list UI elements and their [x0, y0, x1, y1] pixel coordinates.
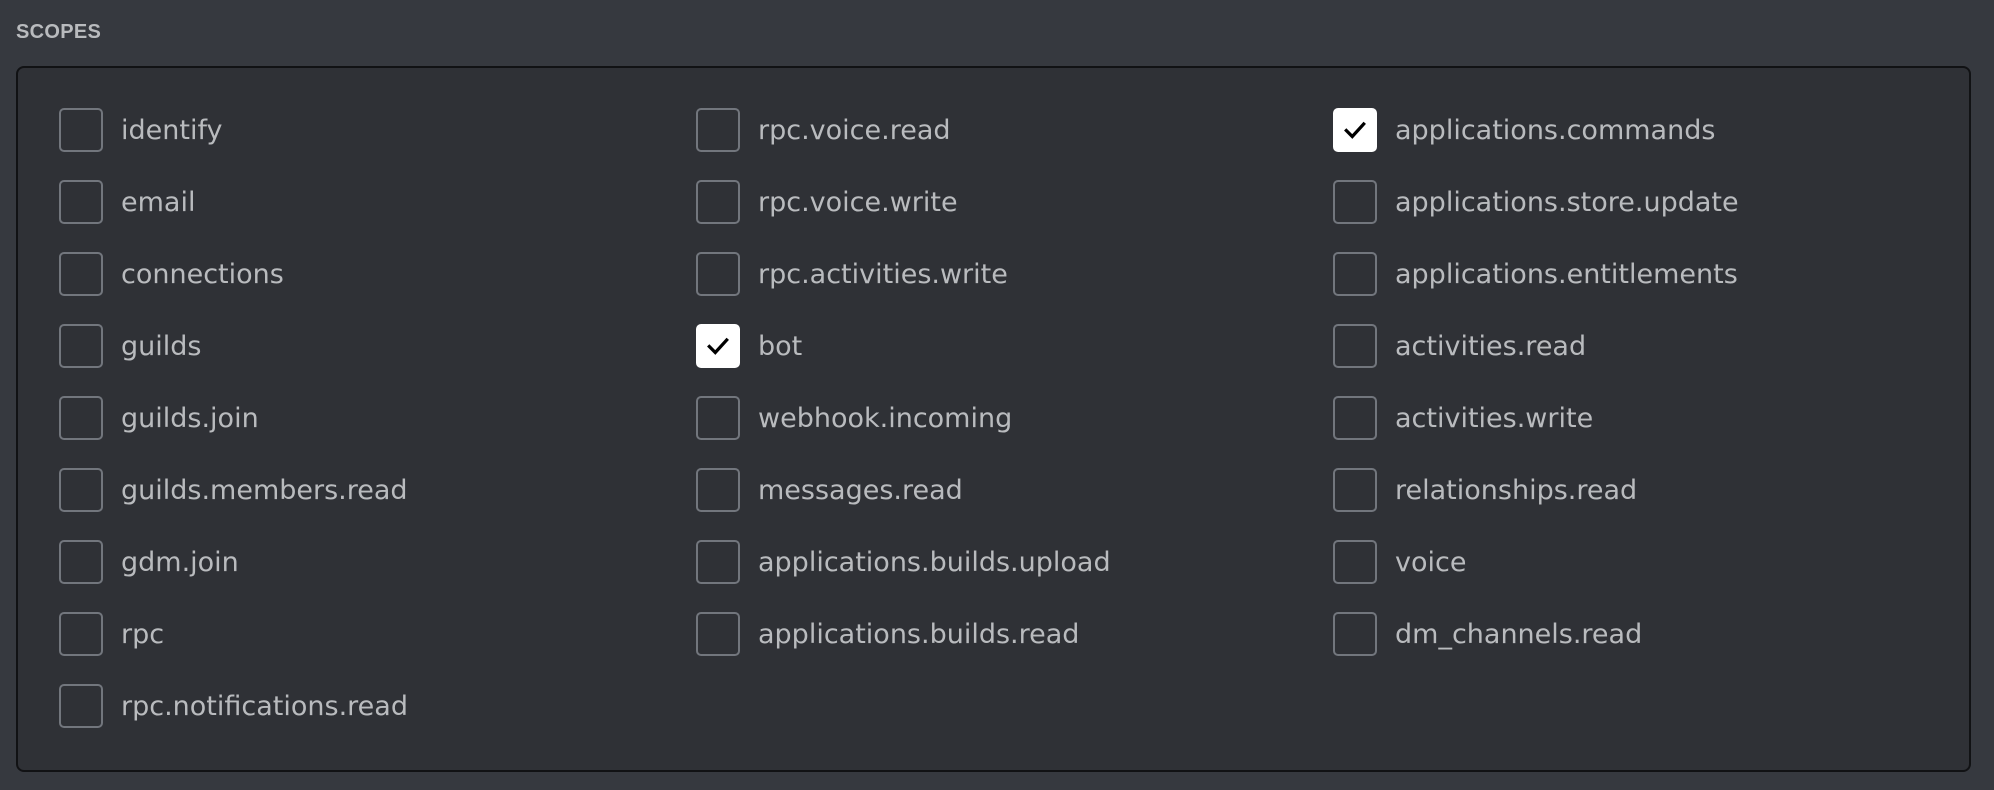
scope-label: applications.store.update	[1395, 187, 1739, 218]
scope-option-applications-commands[interactable]: applications.commands	[1333, 108, 1929, 180]
checkmark-icon	[1344, 121, 1366, 139]
scope-label: gdm.join	[121, 547, 239, 578]
scope-option-rpc[interactable]: rpc	[59, 612, 696, 684]
scope-option-activities-write[interactable]: activities.write	[1333, 396, 1929, 468]
scope-label: applications.entitlements	[1395, 259, 1738, 290]
scope-checkbox[interactable]	[696, 252, 740, 296]
scope-checkbox[interactable]	[1333, 252, 1377, 296]
scope-checkbox[interactable]	[696, 180, 740, 224]
scope-option-bot[interactable]: bot	[696, 324, 1333, 396]
scope-checkbox[interactable]	[59, 540, 103, 584]
scope-label: bot	[758, 331, 803, 362]
scope-checkbox[interactable]	[59, 396, 103, 440]
scope-option-applications-entitlements[interactable]: applications.entitlements	[1333, 252, 1929, 324]
scope-option-email[interactable]: email	[59, 180, 696, 252]
scope-label: voice	[1395, 547, 1467, 578]
scope-checkbox[interactable]	[59, 180, 103, 224]
scope-checkbox[interactable]	[59, 684, 103, 728]
scope-checkbox[interactable]	[696, 396, 740, 440]
scopes-panel: identify email connections guilds guilds.joi…	[16, 66, 1971, 772]
scope-option-guilds-members-read[interactable]: guilds.members.read	[59, 468, 696, 540]
scope-checkbox[interactable]	[1333, 540, 1377, 584]
scopes-grid: identify email connections guilds guilds.joi…	[59, 108, 1929, 756]
scope-option-relationships-read[interactable]: relationships.read	[1333, 468, 1929, 540]
scope-checkbox[interactable]	[59, 108, 103, 152]
scope-label: guilds	[121, 331, 202, 362]
scope-label: identify	[121, 115, 223, 146]
scope-checkbox[interactable]	[59, 324, 103, 368]
scope-option-dm-channels-read[interactable]: dm_channels.read	[1333, 612, 1929, 684]
scope-checkbox[interactable]	[1333, 612, 1377, 656]
empty-cell	[1333, 684, 1929, 756]
scope-option-guilds-join[interactable]: guilds.join	[59, 396, 696, 468]
scope-checkbox[interactable]	[696, 612, 740, 656]
scope-checkbox[interactable]	[696, 540, 740, 584]
scope-label: messages.read	[758, 475, 963, 506]
scope-label: activities.write	[1395, 403, 1594, 434]
scope-checkbox[interactable]	[59, 252, 103, 296]
scope-option-activities-read[interactable]: activities.read	[1333, 324, 1929, 396]
scope-label: guilds.members.read	[121, 475, 408, 506]
scope-label: rpc.voice.read	[758, 115, 951, 146]
scope-label: applications.commands	[1395, 115, 1716, 146]
scope-option-webhook-incoming[interactable]: webhook.incoming	[696, 396, 1333, 468]
scope-label: webhook.incoming	[758, 403, 1013, 434]
scope-label: rpc.voice.write	[758, 187, 958, 218]
scope-option-applications-builds-read[interactable]: applications.builds.read	[696, 612, 1333, 684]
scope-label: email	[121, 187, 196, 218]
scope-option-rpc-voice-read[interactable]: rpc.voice.read	[696, 108, 1333, 180]
scope-label: relationships.read	[1395, 475, 1638, 506]
scopes-section-title: SCOPES	[16, 21, 102, 43]
empty-cell	[696, 684, 1333, 756]
scope-option-gdm-join[interactable]: gdm.join	[59, 540, 696, 612]
scope-checkbox[interactable]	[59, 468, 103, 512]
scope-label: dm_channels.read	[1395, 619, 1643, 650]
scope-option-identify[interactable]: identify	[59, 108, 696, 180]
scope-option-rpc-notifications-read[interactable]: rpc.notifications.read	[59, 684, 696, 756]
scope-label: connections	[121, 259, 284, 290]
scope-option-applications-builds-upload[interactable]: applications.builds.upload	[696, 540, 1333, 612]
scope-checkbox[interactable]	[59, 612, 103, 656]
scope-checkbox[interactable]	[1333, 180, 1377, 224]
scope-checkbox[interactable]	[1333, 468, 1377, 512]
scope-checkbox[interactable]	[1333, 324, 1377, 368]
scope-label: rpc.activities.write	[758, 259, 1008, 290]
scope-checkbox[interactable]	[1333, 108, 1377, 152]
scope-option-rpc-voice-write[interactable]: rpc.voice.write	[696, 180, 1333, 252]
scope-label: applications.builds.upload	[758, 547, 1111, 578]
scope-option-applications-store-update[interactable]: applications.store.update	[1333, 180, 1929, 252]
scope-checkbox[interactable]	[1333, 396, 1377, 440]
scope-checkbox[interactable]	[696, 108, 740, 152]
scope-label: applications.builds.read	[758, 619, 1080, 650]
scope-label: activities.read	[1395, 331, 1587, 362]
scope-label: guilds.join	[121, 403, 259, 434]
scope-checkbox[interactable]	[696, 468, 740, 512]
checkmark-icon	[707, 337, 729, 355]
scope-label: rpc	[121, 619, 165, 650]
scope-option-guilds[interactable]: guilds	[59, 324, 696, 396]
scope-checkbox[interactable]	[696, 324, 740, 368]
scope-label: rpc.notifications.read	[121, 691, 408, 722]
scope-option-connections[interactable]: connections	[59, 252, 696, 324]
scope-option-rpc-activities-write[interactable]: rpc.activities.write	[696, 252, 1333, 324]
scope-option-messages-read[interactable]: messages.read	[696, 468, 1333, 540]
scope-option-voice[interactable]: voice	[1333, 540, 1929, 612]
